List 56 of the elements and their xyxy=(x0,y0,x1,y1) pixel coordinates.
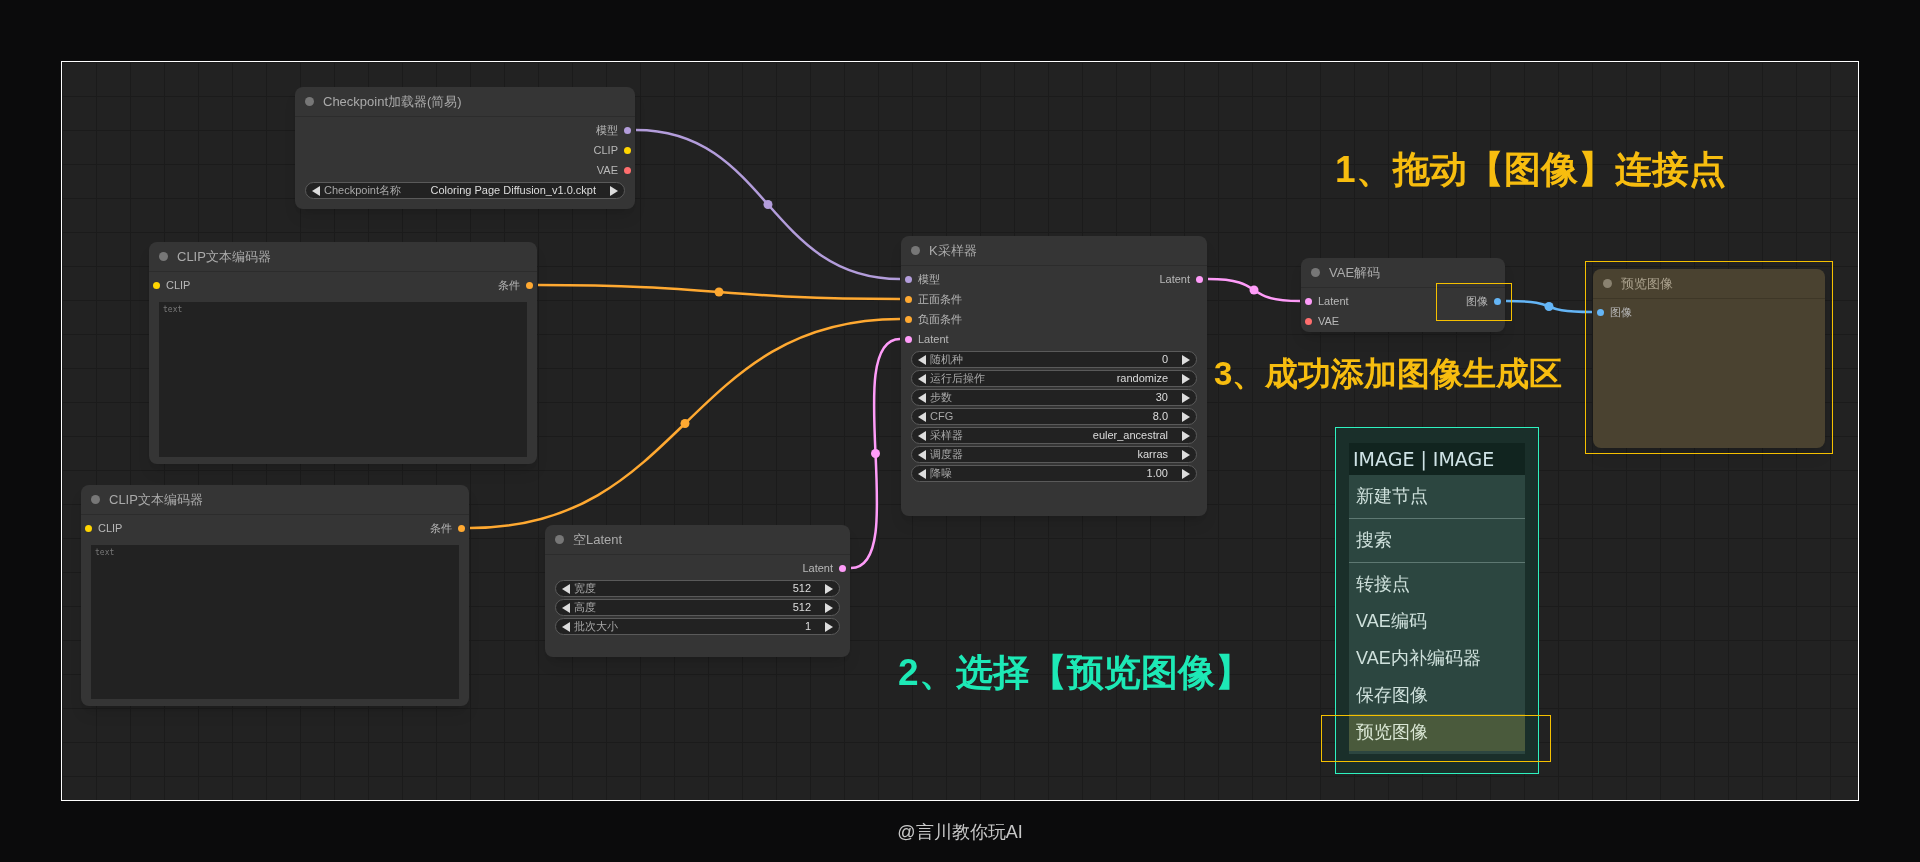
output-label: VAE xyxy=(596,162,618,178)
output-label: 条件 xyxy=(498,277,520,293)
node-panel[interactable]: CLIP文本编码器 CLIP 条件 text xyxy=(81,485,469,706)
menu-item[interactable]: 搜索 xyxy=(1349,522,1525,559)
menu-item[interactable]: 保存图像 xyxy=(1349,677,1525,714)
node-panel[interactable]: 预览图像 图像 xyxy=(1593,269,1825,448)
node-panel[interactable]: 空Latent Latent 宽度 512 高度 512 批次大小 1 xyxy=(545,525,850,657)
node-title: 空Latent xyxy=(573,530,623,549)
output-label: CLIP xyxy=(593,142,618,158)
value-stepper[interactable]: 批次大小 1 xyxy=(555,618,840,635)
output-label: 模型 xyxy=(596,122,618,138)
annotation-text: 3、成功添加图像生成区 xyxy=(1214,354,1563,394)
value-stepper[interactable]: Checkpoint名称 Coloring Page Diffusion_v1.0.ckpt xyxy=(305,182,625,199)
input-label: 负面条件 xyxy=(918,311,962,327)
value-stepper[interactable]: 运行后操作 randomize xyxy=(911,370,1197,387)
input-label: 图像 xyxy=(1610,304,1632,320)
menu-item[interactable]: 预览图像 xyxy=(1349,714,1525,751)
node-title: K采样器 xyxy=(929,241,977,260)
value-stepper[interactable]: 高度 512 xyxy=(555,599,840,616)
node-panel[interactable]: VAE解码 Latent 图像 VAE xyxy=(1301,258,1505,332)
input-label: Latent xyxy=(918,331,949,347)
menu-item[interactable]: VAE内补编码器 xyxy=(1349,640,1525,677)
prompt-text-area[interactable]: text xyxy=(159,302,527,457)
annotation-text: 1、拖动【图像】连接点 xyxy=(1335,148,1726,192)
value-stepper[interactable]: 步数 30 xyxy=(911,389,1197,406)
output-label: Latent xyxy=(1159,271,1190,287)
node-title: CLIP文本编码器 xyxy=(109,490,203,509)
node-panel[interactable]: Checkpoint加载器(简易) 模型 CLIP VAE Checkpoint名称 Coloring Page Diffusion_v1.0.ckpt xyxy=(295,87,635,209)
menu-item[interactable]: 新建节点 xyxy=(1349,478,1525,515)
menu-item[interactable]: 转接点 xyxy=(1349,566,1525,603)
prompt-text-area[interactable]: text xyxy=(91,545,459,699)
node-panel[interactable]: K采样器 模型 Latent 正面条件 负面条件 Latent 随机种 0 运行后操作 randomize 步数 30 CFG 8.0 采样器 euler_ancestral 调度器 karras 降噪 1.00 xyxy=(901,236,1207,516)
input-label: 模型 xyxy=(918,271,940,287)
input-label: CLIP xyxy=(166,277,191,293)
value-stepper[interactable]: 随机种 0 xyxy=(911,351,1197,368)
input-label: VAE xyxy=(1318,313,1340,329)
node-title: 预览图像 xyxy=(1621,274,1673,293)
value-stepper[interactable]: CFG 8.0 xyxy=(911,408,1197,425)
annotation-text: 2、选择【预览图像】 xyxy=(898,651,1252,695)
menu-title: IMAGE | IMAGE xyxy=(1349,443,1525,475)
node-title: Checkpoint加载器(简易) xyxy=(323,92,462,111)
value-stepper[interactable]: 调度器 karras xyxy=(911,446,1197,463)
input-label: CLIP xyxy=(98,520,123,536)
value-stepper[interactable]: 宽度 512 xyxy=(555,580,840,597)
input-label: 正面条件 xyxy=(918,291,962,307)
menu-item[interactable]: VAE编码 xyxy=(1349,603,1525,640)
output-label: 条件 xyxy=(430,520,452,536)
value-stepper[interactable]: 降噪 1.00 xyxy=(911,465,1197,482)
node-title: CLIP文本编码器 xyxy=(177,247,271,266)
node-title: VAE解码 xyxy=(1329,263,1381,282)
node-panel[interactable]: CLIP文本编码器 CLIP 条件 text xyxy=(149,242,537,464)
value-stepper[interactable]: 采样器 euler_ancestral xyxy=(911,427,1197,444)
output-label: Latent xyxy=(802,560,833,576)
output-label: 图像 xyxy=(1466,293,1488,309)
credit-text: @言川教你玩AI xyxy=(896,821,1024,844)
input-label: Latent xyxy=(1318,293,1349,309)
